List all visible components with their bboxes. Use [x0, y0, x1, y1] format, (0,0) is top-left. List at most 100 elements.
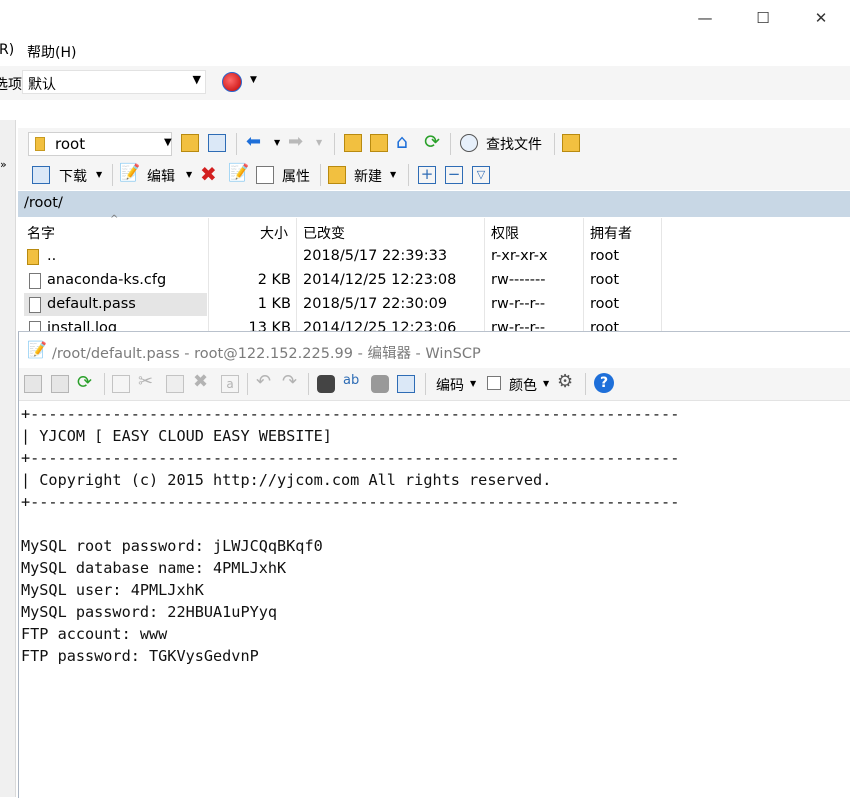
delete-icon[interactable]: ✖	[193, 371, 208, 392]
options-label: 选项	[0, 77, 22, 93]
reload-icon[interactable]: ⟳	[77, 372, 92, 393]
find-files-button[interactable]: 查找文件	[486, 134, 542, 154]
directory-combo[interactable]: root	[28, 132, 172, 156]
find-next-icon[interactable]	[371, 375, 389, 393]
rename-icon[interactable]: 📝	[228, 163, 249, 183]
open-folder-icon[interactable]	[181, 134, 199, 152]
file-row[interactable]: .. 2018/5/17 22:39:33 r-xr-xr-x root	[18, 245, 850, 269]
gear-icon[interactable]: ⚙	[557, 371, 573, 392]
chevron-down-icon[interactable]: ▼	[316, 138, 322, 147]
paste-icon[interactable]	[166, 375, 184, 393]
text-line: +---------------------------------------…	[21, 493, 680, 511]
separator	[425, 373, 426, 395]
replace-icon[interactable]: ab	[343, 373, 359, 388]
editor-app-icon: 📝	[27, 340, 47, 359]
menu-bar: R) 帮助(H)	[0, 38, 850, 64]
chevron-down-icon: ▼	[192, 73, 201, 86]
column-header-owner[interactable]: 拥有者	[590, 223, 632, 243]
unselect-icon[interactable]: −	[445, 166, 463, 184]
color-swatch-icon[interactable]	[487, 376, 501, 390]
filter-icon[interactable]	[208, 134, 226, 152]
help-icon[interactable]: ?	[594, 373, 614, 393]
column-header-size[interactable]: 大小	[260, 223, 288, 243]
save-icon[interactable]	[24, 375, 42, 393]
connection-globe-icon[interactable]	[222, 72, 242, 92]
goto-line-icon[interactable]	[397, 375, 415, 393]
file-owner: root	[590, 248, 620, 264]
download-icon[interactable]	[32, 166, 50, 184]
download-button[interactable]: 下载	[59, 166, 87, 186]
root-directory-icon[interactable]	[370, 134, 388, 152]
delete-icon[interactable]: ✖	[200, 162, 217, 186]
home-icon[interactable]: ⌂	[396, 131, 408, 153]
tree-icon[interactable]	[562, 134, 580, 152]
file-modified: 2018/5/17 22:39:33	[303, 248, 448, 264]
color-button[interactable]: 颜色	[509, 375, 537, 395]
encoding-button[interactable]: 编码	[436, 375, 464, 395]
select-all-icon[interactable]: +	[418, 166, 436, 184]
chevron-down-icon[interactable]: ▼	[274, 138, 280, 147]
properties-icon[interactable]	[256, 166, 274, 184]
invert-selection-icon[interactable]: ▽	[472, 166, 490, 184]
editor-title: /root/default.pass - root@122.152.225.99…	[52, 346, 481, 362]
save-all-icon[interactable]	[51, 375, 69, 393]
chevron-down-icon[interactable]: ▼	[164, 137, 172, 148]
chevron-down-icon[interactable]: ▼	[470, 379, 476, 388]
separator	[247, 373, 248, 395]
cut-icon[interactable]: ✂	[138, 371, 153, 392]
file-modified: 2018/5/17 22:30:09	[303, 296, 448, 312]
chevron-down-icon[interactable]: ▼	[250, 75, 257, 85]
select-all-icon[interactable]: a	[221, 375, 239, 393]
properties-button[interactable]: 属性	[282, 166, 310, 186]
column-header-modified[interactable]: 已改变	[303, 223, 345, 243]
file-size: 2 KB	[257, 272, 291, 288]
chevron-right-icon[interactable]: »	[0, 158, 7, 171]
edit-icon[interactable]: 📝	[119, 163, 140, 183]
directory-combo-value: root	[55, 135, 86, 153]
file-list-header: 名字 ^ 大小 已改变 权限 拥有者	[18, 214, 850, 245]
file-owner: root	[590, 296, 620, 312]
maximize-icon[interactable]: ☐	[748, 6, 778, 30]
file-row[interactable]: anaconda-ks.cfg 2 KB 2014/12/25 12:23:08…	[18, 269, 850, 293]
new-button[interactable]: 新建	[354, 166, 382, 186]
file-row-selected[interactable]: default.pass 1 KB 2018/5/17 22:30:09 rw-…	[18, 293, 850, 317]
editor-text-area[interactable]: +---------------------------------------…	[19, 401, 850, 797]
text-line: MySQL password: 22HBUA1uPYyq	[21, 603, 278, 621]
separator	[450, 133, 451, 155]
options-select-value: 默认	[28, 77, 56, 93]
file-owner: root	[590, 272, 620, 288]
copy-icon[interactable]	[112, 375, 130, 393]
separator	[408, 164, 409, 186]
file-name: default.pass	[47, 296, 136, 312]
chevron-down-icon[interactable]: ▼	[390, 170, 396, 179]
redo-icon[interactable]: ↷	[282, 371, 297, 392]
menu-item-help[interactable]: 帮助(H)	[27, 42, 76, 62]
text-line: MySQL user: 4PMLJxhK	[21, 581, 204, 599]
edit-button[interactable]: 编辑	[147, 166, 175, 186]
back-arrow-icon[interactable]: ⬅	[246, 131, 261, 152]
find-icon[interactable]	[317, 375, 335, 393]
search-icon[interactable]	[460, 134, 478, 152]
sort-ascending-icon: ^	[110, 214, 119, 225]
separator	[308, 373, 309, 395]
undo-icon[interactable]: ↶	[256, 371, 271, 392]
refresh-icon[interactable]: ⟳	[424, 131, 440, 153]
column-header-permissions[interactable]: 权限	[491, 223, 519, 243]
editor-title-bar: 📝 /root/default.pass - root@122.152.225.…	[19, 332, 850, 368]
column-header-name[interactable]: 名字	[27, 223, 55, 243]
new-folder-icon[interactable]	[328, 166, 346, 184]
chevron-down-icon[interactable]: ▼	[543, 379, 549, 388]
chevron-down-icon[interactable]: ▼	[96, 170, 102, 179]
minimize-icon[interactable]: —	[690, 6, 720, 30]
close-icon[interactable]: ✕	[806, 6, 836, 30]
options-select[interactable]: 默认 ▼	[22, 70, 206, 94]
forward-arrow-icon[interactable]: ➡	[288, 131, 303, 152]
separator	[112, 164, 113, 186]
main-title-bar: — ☐ ✕	[0, 0, 850, 36]
chevron-down-icon[interactable]: ▼	[186, 170, 192, 179]
current-path: /root/	[24, 195, 63, 211]
file-icon	[29, 273, 41, 289]
menu-item-partial[interactable]: R)	[0, 42, 14, 58]
separator	[334, 133, 335, 155]
parent-directory-icon[interactable]	[344, 134, 362, 152]
